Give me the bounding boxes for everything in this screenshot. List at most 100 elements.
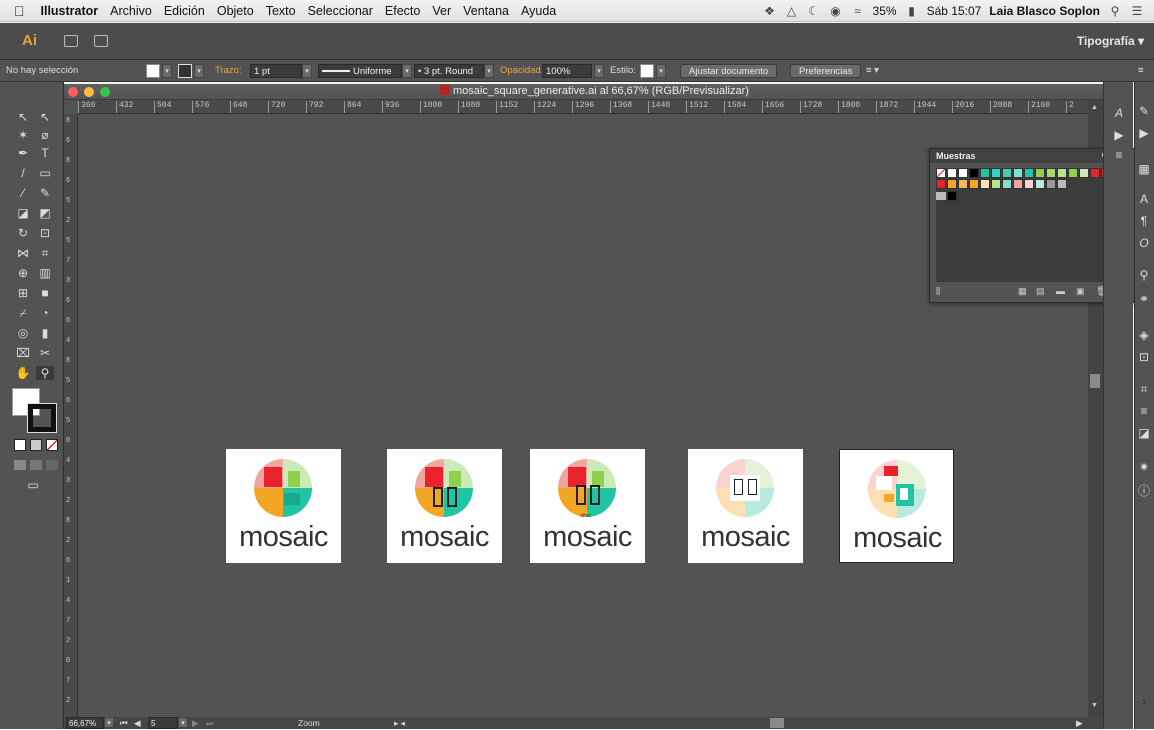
- column-graph-icon[interactable]: ▮: [36, 326, 54, 340]
- opacity-dropdown[interactable]: ▾: [594, 64, 604, 78]
- swatch-color[interactable]: [969, 179, 979, 189]
- opacity-input[interactable]: 100%: [542, 64, 592, 78]
- perspective-grid-icon[interactable]: ▥: [36, 266, 54, 280]
- screen-mode-icon[interactable]: ▭: [24, 478, 42, 492]
- swatch-color[interactable]: [1046, 179, 1056, 189]
- appearance-icon[interactable]: ✷: [1135, 460, 1153, 474]
- swatch-color[interactable]: [1035, 179, 1045, 189]
- none-mode-icon[interactable]: [46, 439, 58, 451]
- menu-ayuda[interactable]: Ayuda: [515, 4, 562, 18]
- blend-tool-icon[interactable]: ◔: [36, 306, 54, 320]
- menu-ventana[interactable]: Ventana: [457, 4, 515, 18]
- control-menu-icon[interactable]: ≡: [1138, 64, 1144, 78]
- swatch-folder-icon[interactable]: [936, 192, 946, 200]
- layers-icon[interactable]: ◈: [1135, 328, 1153, 342]
- swatch-black[interactable]: [969, 168, 979, 178]
- bridge-icon[interactable]: [64, 35, 78, 47]
- gradient-tool-icon[interactable]: ■: [36, 286, 54, 300]
- paragraph-styles-icon[interactable]: ≡: [1110, 148, 1128, 162]
- new-swatch-icon[interactable]: ▣: [1076, 286, 1085, 297]
- opacity-label[interactable]: Opacidad:: [500, 64, 543, 78]
- rotate-tool-icon[interactable]: ↻: [14, 226, 32, 240]
- align-options-icon[interactable]: ≡ ▾: [866, 64, 879, 78]
- swatch-library-icon[interactable]: ⫼: [936, 286, 940, 297]
- artboard-logo-1[interactable]: mosaic: [226, 449, 341, 563]
- magic-wand-icon[interactable]: ✶: [14, 128, 32, 142]
- apple-menu-icon[interactable]: : [0, 3, 35, 19]
- swatch-color[interactable]: [980, 179, 990, 189]
- artboard-logo-3[interactable]: años mosaic: [530, 449, 645, 563]
- swatch-color[interactable]: [1057, 179, 1067, 189]
- swatch-color[interactable]: [991, 179, 1001, 189]
- drive-icon[interactable]: △: [785, 5, 799, 17]
- brush-definition[interactable]: • 3 pt. Round: [414, 64, 484, 78]
- line-tool-icon[interactable]: /: [14, 166, 32, 180]
- swatch-color[interactable]: [1002, 168, 1012, 178]
- swatch-color[interactable]: [1090, 168, 1100, 178]
- artboards-icon[interactable]: ⊡: [1135, 350, 1153, 364]
- stroke-weight-dropdown[interactable]: ▾: [302, 64, 312, 78]
- gradient-mode-icon[interactable]: [30, 439, 42, 451]
- last-artboard-icon[interactable]: ⏭: [206, 717, 214, 729]
- color-mode-icon[interactable]: [14, 439, 26, 451]
- slice-tool-icon[interactable]: ✂: [36, 346, 54, 360]
- symbols-icon[interactable]: ⚭: [1135, 292, 1153, 306]
- dropbox-icon[interactable]: ❖: [763, 5, 777, 17]
- next-artboard-icon[interactable]: ▶: [192, 717, 199, 729]
- profile-dropdown[interactable]: ▾: [402, 64, 412, 78]
- paragraph-icon[interactable]: ¶: [1135, 214, 1153, 228]
- artboard-dropdown[interactable]: ▾: [178, 717, 188, 728]
- swatch-color[interactable]: [1079, 168, 1089, 178]
- symbol-sprayer-icon[interactable]: ◎: [14, 326, 32, 340]
- draw-inside-icon[interactable]: [46, 460, 58, 470]
- width-tool-icon[interactable]: ⋈: [14, 246, 32, 260]
- app-menu[interactable]: Illustrator: [35, 4, 105, 18]
- first-artboard-icon[interactable]: ⏮: [120, 717, 128, 729]
- hand-tool-icon[interactable]: ✋: [14, 366, 32, 380]
- clock[interactable]: Sáb 15:07: [927, 4, 982, 18]
- swatch-color[interactable]: [936, 179, 946, 189]
- stroke-swatch[interactable]: [178, 64, 192, 78]
- vertical-ruler[interactable]: 8 6 8 6 5 2 5 7 3 6 6 4 8 5 6 5 0 4 3 2 8 2 6 1 4 7 2 0 7 2: [64, 114, 78, 717]
- wifi-icon[interactable]: ≈: [851, 5, 865, 17]
- swatch-color[interactable]: [1013, 168, 1023, 178]
- type-tool-icon[interactable]: T: [36, 146, 54, 160]
- transform-icon[interactable]: ⌗: [1135, 382, 1153, 397]
- lasso-icon[interactable]: ⌀: [36, 128, 54, 142]
- swatch-color[interactable]: [1057, 168, 1067, 178]
- preferences-button[interactable]: Preferencias: [790, 64, 862, 78]
- draw-normal-icon[interactable]: [14, 460, 26, 470]
- artboard-tool-icon[interactable]: ⌧: [14, 346, 32, 360]
- opentype-icon[interactable]: O: [1135, 236, 1153, 250]
- menu-archivo[interactable]: Archivo: [104, 4, 158, 18]
- arrange-documents-icon[interactable]: [94, 35, 108, 47]
- swatch-color[interactable]: [1024, 179, 1034, 189]
- eraser-icon[interactable]: ◩: [36, 206, 54, 220]
- notification-center-icon[interactable]: ☰: [1130, 5, 1144, 17]
- swatch-color[interactable]: [958, 179, 968, 189]
- menu-objeto[interactable]: Objeto: [211, 4, 260, 18]
- sync-icon[interactable]: ◉: [829, 5, 843, 17]
- pencil-icon[interactable]: ✎: [36, 186, 54, 200]
- brushes-icon[interactable]: ✎: [1135, 104, 1153, 118]
- direct-selection-tool-icon[interactable]: ↖: [36, 110, 54, 124]
- swatch-none[interactable]: [936, 168, 946, 178]
- swatch-registration[interactable]: [947, 168, 957, 178]
- scroll-up-icon[interactable]: ▲: [1091, 104, 1098, 111]
- battery-icon[interactable]: ▮: [905, 5, 919, 17]
- artboard-logo-4[interactable]: mosaic: [688, 449, 803, 563]
- swatch-options-icon[interactable]: ▤: [1036, 286, 1045, 297]
- scroll-down-icon[interactable]: ▼: [1091, 702, 1098, 709]
- rectangle-tool-icon[interactable]: ▭: [36, 166, 54, 180]
- swatch-color[interactable]: [1024, 168, 1034, 178]
- variable-width-profile[interactable]: Uniforme: [318, 64, 402, 78]
- swatch-color[interactable]: [980, 168, 990, 178]
- prev-artboard-icon[interactable]: ◀: [134, 717, 141, 729]
- swatch-color[interactable]: [991, 168, 1001, 178]
- swatch-color[interactable]: [1035, 168, 1045, 178]
- character-style-icon[interactable]: A: [1110, 106, 1128, 120]
- swatch-color[interactable]: [1068, 168, 1078, 178]
- paintbrush-icon[interactable]: ⁄: [14, 186, 32, 200]
- status-menu-icon[interactable]: ▸ ◂: [394, 717, 405, 729]
- align-icon[interactable]: ≡: [1135, 404, 1153, 418]
